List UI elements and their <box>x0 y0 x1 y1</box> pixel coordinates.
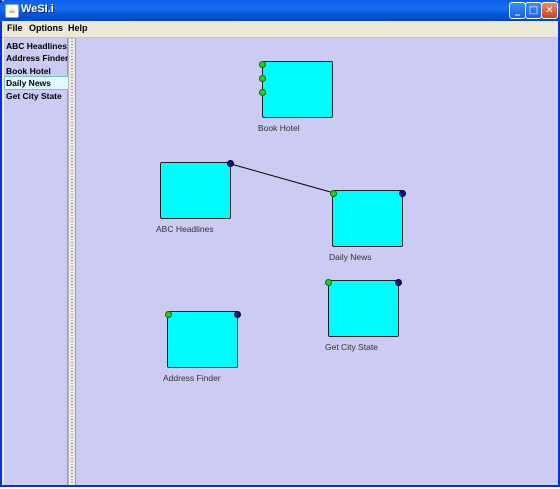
list-item-daily-news[interactable]: Daily News <box>4 76 69 90</box>
node-book-hotel[interactable] <box>262 61 333 118</box>
node-address-finder[interactable] <box>167 311 238 368</box>
output-port[interactable] <box>227 160 234 167</box>
node-label: Address Finder <box>163 373 221 383</box>
app-window: ☕ WeSI.i _ □ ✕ File Options Help ABC Hea… <box>0 0 560 487</box>
connection-line[interactable] <box>230 163 335 194</box>
node-abc-headlines[interactable] <box>160 162 231 219</box>
input-port[interactable] <box>259 61 266 68</box>
maximize-icon[interactable]: □ <box>525 2 542 19</box>
title-bar[interactable]: ☕ WeSI.i _ □ ✕ <box>0 0 560 21</box>
menu-options[interactable]: Options <box>29 23 63 33</box>
java-cup-icon: ☕ <box>5 4 19 18</box>
list-item-abc-headlines[interactable]: ABC Headlines <box>5 40 68 52</box>
minimize-icon[interactable]: _ <box>509 2 526 19</box>
output-port[interactable] <box>395 279 402 286</box>
node-label: Daily News <box>329 252 372 262</box>
node-daily-news[interactable] <box>332 190 403 247</box>
input-port[interactable] <box>259 89 266 96</box>
menu-help[interactable]: Help <box>68 23 88 33</box>
input-port[interactable] <box>165 311 172 318</box>
input-port[interactable] <box>259 75 266 82</box>
output-port[interactable] <box>234 311 241 318</box>
list-item-address-finder[interactable]: Address Finder <box>5 52 68 64</box>
node-get-city-state[interactable] <box>328 280 399 337</box>
close-icon[interactable]: ✕ <box>541 2 558 19</box>
list-item-get-city-state[interactable]: Get City State <box>5 90 68 102</box>
output-port[interactable] <box>399 190 406 197</box>
node-label: Book Hotel <box>258 123 300 133</box>
service-list: ABC Headlines Address Finder Book Hotel … <box>4 38 69 485</box>
node-label: Get City State <box>325 342 378 352</box>
input-port[interactable] <box>330 190 337 197</box>
split-pane-divider[interactable] <box>68 38 76 485</box>
node-label: ABC Headlines <box>156 224 214 234</box>
input-port[interactable] <box>325 279 332 286</box>
menu-file[interactable]: File <box>7 23 23 33</box>
window-title: WeSI.i <box>21 3 54 15</box>
list-item-book-hotel[interactable]: Book Hotel <box>5 65 68 77</box>
divider-grip <box>71 38 73 485</box>
menu-bar: File Options Help <box>2 21 558 38</box>
workflow-canvas[interactable]: Book Hotel ABC Headlines Daily News Addr… <box>76 38 558 485</box>
